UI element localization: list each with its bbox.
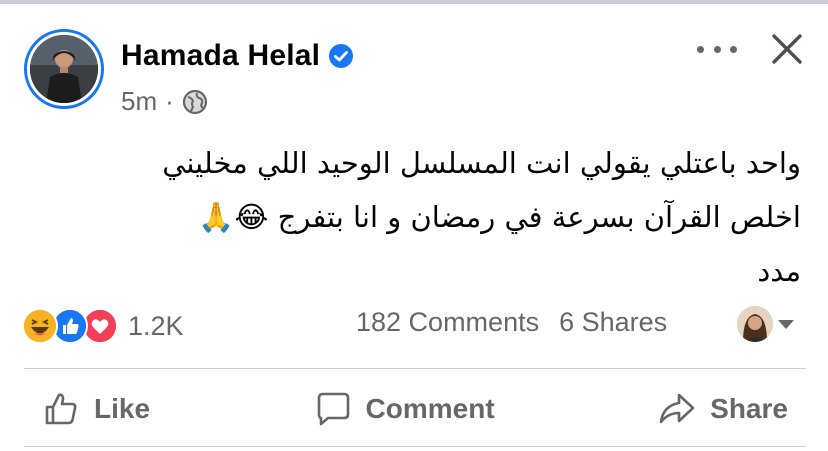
dot <box>713 45 721 53</box>
avatar-photo <box>30 35 98 103</box>
post-text: واحد باعتلي يقولي انت المسلسل الوحيد الل… <box>81 136 801 298</box>
author-name[interactable]: Hamada Helal <box>121 39 320 73</box>
post-meta: 5m · <box>121 86 208 117</box>
comment-bubble-icon <box>317 392 349 426</box>
engagement-stats: 182 Comments 6 Shares <box>356 307 667 338</box>
comment-label: Comment <box>365 393 495 424</box>
reaction-summary[interactable]: 1.2K <box>22 308 184 344</box>
meta-separator: · <box>165 86 174 116</box>
author-row: Hamada Helal <box>121 39 354 73</box>
reaction-count: 1.2K <box>128 310 184 341</box>
shares-count-link[interactable]: 6 Shares <box>559 307 667 338</box>
post-text-line: اخلص القرآن بسرعة في رمضان و انا بتفرج 😂… <box>198 200 801 234</box>
dot <box>730 45 737 53</box>
globe-icon[interactable] <box>182 89 208 115</box>
dot <box>697 45 704 53</box>
chevron-down-icon[interactable] <box>778 320 794 329</box>
action-bar: Like Comment Share <box>24 370 806 448</box>
haha-reaction-icon <box>22 308 58 344</box>
comments-count-link[interactable]: 182 Comments <box>356 307 539 338</box>
like-label: Like <box>94 393 151 424</box>
viewer-avatar[interactable] <box>737 306 773 342</box>
top-divider <box>0 0 828 4</box>
more-options-icon[interactable] <box>697 37 737 61</box>
share-button[interactable]: Share <box>640 390 806 428</box>
like-button[interactable]: Like <box>24 390 168 428</box>
verified-badge-icon <box>329 44 354 68</box>
close-icon[interactable] <box>768 30 806 68</box>
thumbs-up-icon <box>45 393 77 425</box>
post-timestamp[interactable]: 5m <box>121 86 157 117</box>
share-label: Share <box>710 393 788 424</box>
divider <box>24 446 806 447</box>
divider <box>24 368 806 369</box>
comment-button[interactable]: Comment <box>296 390 513 428</box>
post-text-line: واحد باعتلي يقولي انت المسلسل الوحيد الل… <box>162 146 801 180</box>
author-avatar[interactable] <box>24 29 104 109</box>
share-arrow-icon <box>659 393 695 424</box>
post-text-line: مدد <box>757 254 801 288</box>
